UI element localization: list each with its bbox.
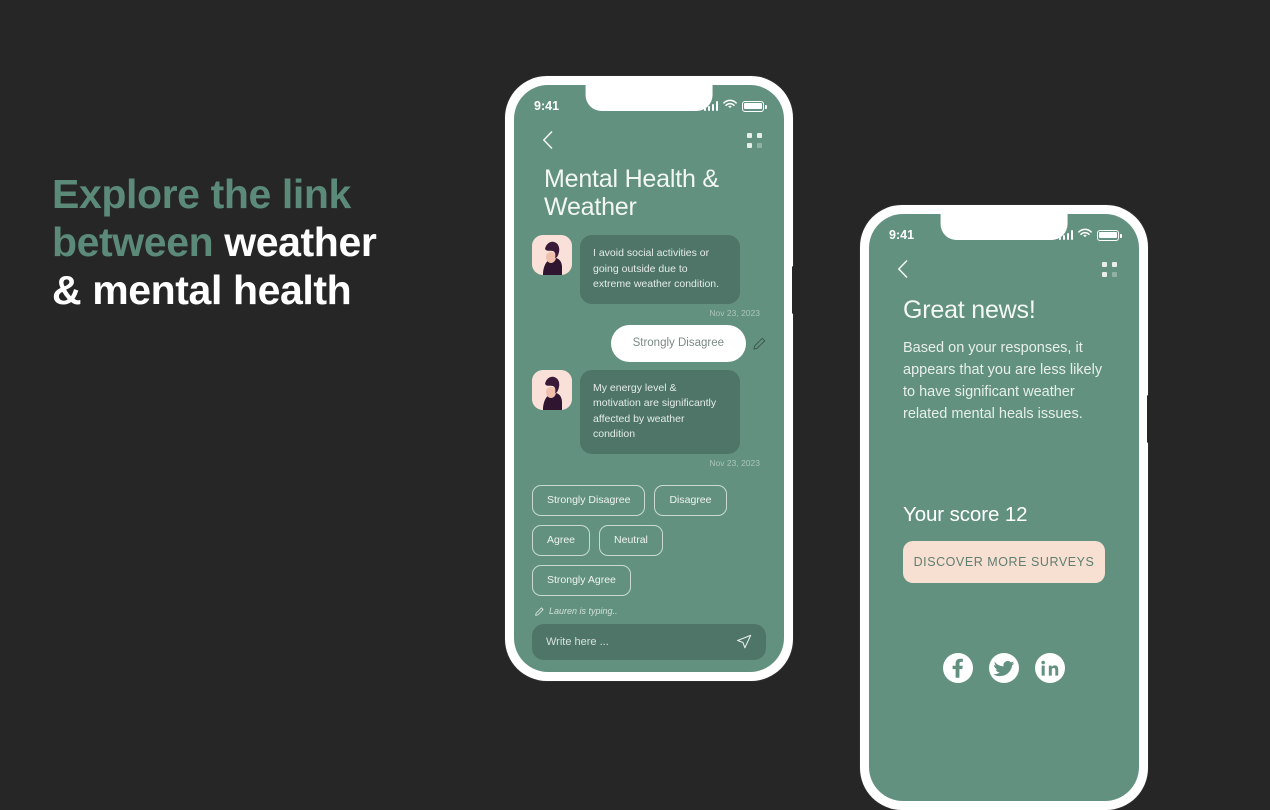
phone-two-status-bar: 9:41 (869, 214, 1139, 248)
phone-one-screen: 9:41 Mental Health & Weather I avoid soc… (514, 85, 784, 672)
wifi-icon (1078, 228, 1092, 242)
typing-indicator: Lauren is typing.. (532, 606, 766, 616)
wifi-icon (723, 99, 737, 113)
battery-icon (1097, 229, 1122, 241)
grid-dot (1112, 271, 1117, 277)
battery-icon (742, 100, 767, 112)
grid-dot (747, 142, 752, 148)
message-bubble: My energy level & motivation are signifi… (580, 369, 740, 454)
social-links (903, 653, 1105, 683)
message-composer: Lauren is typing.. (514, 606, 784, 660)
send-paper-plane-icon[interactable] (736, 634, 752, 650)
score-label: Your score 12 (903, 503, 1028, 526)
results-body: Great news! Based on your responses, it … (869, 280, 1139, 683)
results-description: Based on your responses, it appears that… (903, 340, 1103, 422)
chat-message-incoming: My energy level & motivation are signifi… (532, 369, 766, 454)
grid-dot (757, 142, 762, 148)
status-time: 9:41 (534, 99, 560, 113)
phone-one-power-button[interactable] (792, 266, 795, 314)
chat-message-incoming: I avoid social activities or going outsi… (532, 235, 766, 304)
results-title: Great news! (903, 296, 1036, 324)
chevron-left-icon (897, 260, 907, 278)
option-disagree[interactable]: Disagree (654, 484, 727, 516)
message-timestamp: Nov 23, 2023 (709, 457, 760, 468)
avatar (532, 369, 572, 410)
page-headline: Explore the link between weather & menta… (52, 170, 472, 314)
option-strongly-disagree[interactable]: Strongly Disagree (532, 484, 646, 516)
back-button[interactable] (891, 258, 913, 280)
phone-one-status-bar: 9:41 (514, 85, 784, 119)
back-button[interactable] (536, 129, 558, 151)
menu-button[interactable] (747, 132, 762, 148)
phone-two-power-button[interactable] (1147, 395, 1150, 443)
phone-two-nav-row (869, 248, 1139, 280)
discover-more-surveys-button[interactable]: DISCOVER MORE SURVEYS (903, 541, 1105, 583)
option-strongly-agree[interactable]: Strongly Agree (532, 564, 631, 596)
typing-status-text: Lauren is typing.. (549, 606, 618, 616)
phone-mockup-results: 9:41 Great news! Based on your responses… (860, 205, 1150, 810)
chat-thread: I avoid social activities or going outsi… (514, 221, 784, 468)
answer-options: Strongly Disagree Disagree Agree Neutral… (514, 475, 784, 596)
status-icon-group (703, 99, 767, 113)
avatar (532, 235, 572, 275)
message-input[interactable] (546, 636, 728, 648)
page-title: Mental Health & Weather (544, 165, 719, 221)
headline-line-2-white: weather (224, 219, 377, 265)
phone-two-screen: 9:41 Great news! Based on your responses… (869, 214, 1139, 801)
facebook-icon[interactable] (943, 653, 973, 683)
grid-dot (1112, 261, 1117, 267)
pencil-edit-icon[interactable] (753, 337, 766, 350)
grid-dot (757, 132, 762, 138)
signal-bars-icon (1058, 230, 1073, 240)
headline-line-1: Explore the link (52, 171, 351, 217)
chevron-left-icon (542, 131, 552, 149)
signal-bars-icon (703, 101, 718, 111)
twitter-icon[interactable] (989, 653, 1019, 683)
phone-one-nav-row (514, 119, 784, 151)
grid-dot (1102, 271, 1107, 277)
chat-message-outgoing: Strongly Disagree (532, 324, 766, 362)
linkedin-icon[interactable] (1035, 653, 1065, 683)
option-agree[interactable]: Agree (532, 524, 591, 556)
message-bubble: I avoid social activities or going outsi… (580, 235, 740, 304)
answer-bubble: Strongly Disagree (610, 324, 746, 362)
pencil-icon (535, 607, 544, 616)
phone-mockup-chat: 9:41 Mental Health & Weather I avoid soc… (505, 76, 795, 681)
status-time: 9:41 (889, 228, 915, 242)
message-input-bar[interactable] (532, 624, 766, 660)
menu-button[interactable] (1102, 261, 1117, 277)
headline-line-3: & mental health (52, 267, 352, 313)
option-neutral[interactable]: Neutral (599, 524, 663, 556)
status-icon-group (1058, 228, 1122, 242)
headline-line-2-accent: between (52, 219, 214, 265)
grid-dot (747, 132, 752, 138)
grid-dot (1102, 261, 1107, 267)
message-timestamp: Nov 23, 2023 (709, 307, 760, 318)
